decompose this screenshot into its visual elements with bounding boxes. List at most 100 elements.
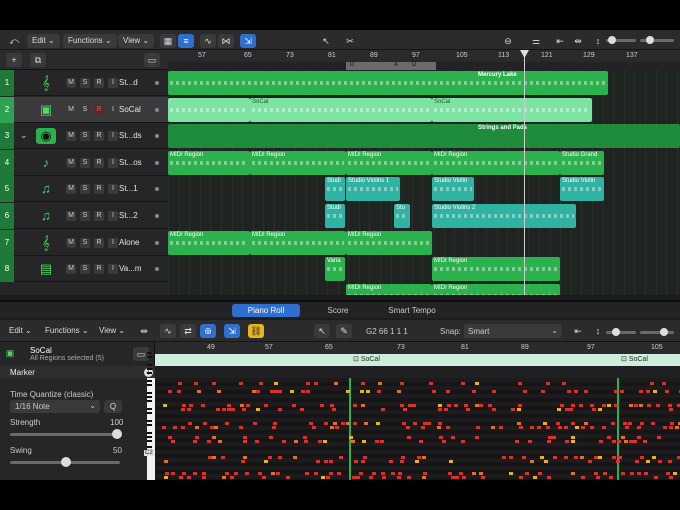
track-header-5[interactable]: 5 ♫ M S R I St...1 <box>0 176 168 203</box>
midi-note[interactable] <box>541 390 545 393</box>
midi-note[interactable] <box>571 436 575 439</box>
record-button[interactable]: R <box>94 237 104 248</box>
region[interactable]: MIDI Region <box>432 150 560 175</box>
view-menu[interactable]: View ⌄ <box>118 34 155 48</box>
mute-button[interactable]: M <box>66 157 76 168</box>
mute-button[interactable]: M <box>66 131 76 142</box>
midi-note[interactable] <box>212 382 216 385</box>
marker-a[interactable]: A <box>394 62 398 68</box>
midi-note[interactable] <box>669 426 673 429</box>
midi-note[interactable] <box>217 390 221 393</box>
midi-note[interactable] <box>590 404 594 407</box>
black-key[interactable] <box>147 372 152 374</box>
functions-menu[interactable]: Functions ⌄ <box>63 34 117 48</box>
midi-note[interactable] <box>269 436 273 439</box>
midi-note[interactable] <box>518 404 522 407</box>
scissors-tool-icon[interactable]: ✂ <box>342 34 358 48</box>
midi-note[interactable] <box>332 408 336 411</box>
midi-note[interactable] <box>438 422 442 425</box>
midi-note[interactable] <box>543 422 547 425</box>
input-monitor-button[interactable]: I <box>108 211 118 221</box>
region[interactable]: MIDI Region <box>346 150 432 175</box>
cycle-area[interactable] <box>346 62 436 70</box>
midi-note[interactable] <box>491 426 495 429</box>
midi-note[interactable] <box>669 476 673 479</box>
midi-note[interactable] <box>609 476 613 479</box>
global-tracks-icon[interactable]: ▭ <box>144 53 160 67</box>
midi-note[interactable] <box>546 426 550 429</box>
midi-note[interactable] <box>517 422 521 425</box>
midi-note[interactable] <box>391 472 395 475</box>
midi-note[interactable] <box>264 404 268 407</box>
quantize-button[interactable]: Q <box>104 400 122 413</box>
midi-note[interactable] <box>301 390 305 393</box>
midi-note[interactable] <box>268 456 272 459</box>
record-button[interactable]: R <box>94 104 104 115</box>
solo-button[interactable]: S <box>80 184 90 195</box>
midi-note[interactable] <box>245 472 249 475</box>
midi-note[interactable] <box>444 408 448 411</box>
black-key[interactable] <box>147 424 152 426</box>
midi-note[interactable] <box>272 426 276 429</box>
midi-note[interactable] <box>415 460 419 463</box>
midi-note[interactable] <box>216 408 220 411</box>
midi-note[interactable] <box>163 404 167 407</box>
midi-note[interactable] <box>644 472 648 475</box>
midi-note[interactable] <box>567 390 571 393</box>
midi-note[interactable] <box>354 460 358 463</box>
midi-note[interactable] <box>564 426 568 429</box>
midi-note[interactable] <box>316 460 320 463</box>
midi-note[interactable] <box>353 404 357 407</box>
midi-note[interactable] <box>363 456 367 459</box>
midi-note[interactable] <box>361 404 365 407</box>
vertical-zoom-icon[interactable]: ↕ <box>590 34 606 48</box>
midi-note[interactable] <box>278 408 282 411</box>
midi-note[interactable] <box>400 460 404 463</box>
midi-note[interactable] <box>195 436 199 439</box>
region[interactable]: Strings and Pads <box>168 124 680 149</box>
track-number[interactable]: 8 <box>0 256 14 283</box>
midi-note[interactable] <box>476 426 480 429</box>
solo-button[interactable]: S <box>80 157 90 168</box>
midi-note[interactable] <box>640 422 644 425</box>
midi-note[interactable] <box>376 422 380 425</box>
midi-note[interactable] <box>475 382 479 385</box>
midi-note[interactable] <box>324 422 328 425</box>
midi-note[interactable] <box>218 440 222 443</box>
add-track-icon[interactable]: + <box>6 53 22 67</box>
midi-note[interactable] <box>241 460 245 463</box>
midi-note[interactable] <box>637 426 641 429</box>
input-monitor-button[interactable]: I <box>108 104 118 115</box>
midi-note[interactable] <box>515 440 519 443</box>
midi-note[interactable] <box>212 436 216 439</box>
midi-note[interactable] <box>321 476 325 479</box>
midi-note[interactable] <box>530 426 534 429</box>
midi-note[interactable] <box>380 440 384 443</box>
midi-note[interactable] <box>544 460 548 463</box>
midi-note[interactable] <box>221 456 225 459</box>
midi-note[interactable] <box>643 440 647 443</box>
midi-note[interactable] <box>253 422 257 425</box>
black-key[interactable] <box>147 436 152 438</box>
zoom-menu-icon[interactable]: ⊖ <box>500 34 516 48</box>
midi-note[interactable] <box>356 476 360 479</box>
region[interactable]: MIDI Region <box>432 257 560 282</box>
midi-note[interactable] <box>389 460 393 463</box>
midi-note[interactable] <box>181 426 185 429</box>
strength-slider[interactable] <box>10 433 120 436</box>
track-number[interactable]: 7 <box>0 229 14 256</box>
midi-note[interactable] <box>303 436 307 439</box>
solo-button[interactable]: S <box>80 131 90 142</box>
midi-note[interactable] <box>646 390 650 393</box>
region[interactable]: MIDI Region <box>346 230 432 255</box>
midi-note[interactable] <box>334 382 338 385</box>
midi-in-icon[interactable]: ⇄ <box>180 324 196 338</box>
midi-note[interactable] <box>492 408 496 411</box>
midi-note[interactable] <box>547 476 551 479</box>
track-header-1[interactable]: 1 𝄞 M S R I St...d <box>0 70 168 96</box>
midi-note[interactable] <box>239 382 243 385</box>
midi-note[interactable] <box>225 422 229 425</box>
midi-note[interactable] <box>519 476 523 479</box>
snap-select[interactable]: Smart ⌄ <box>464 324 562 338</box>
midi-note[interactable] <box>168 390 172 393</box>
